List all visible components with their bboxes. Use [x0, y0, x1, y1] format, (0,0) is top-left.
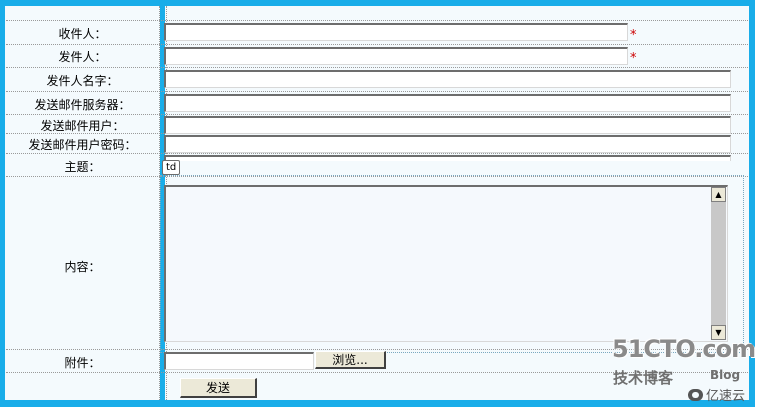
watermark-yisu-text: 亿速云	[706, 389, 746, 404]
smtp-server-label: 发送邮件服务器：	[34, 98, 131, 112]
row-divider	[6, 20, 748, 21]
smtp-user-label: 发送邮件用户：	[40, 119, 125, 133]
watermark-logo: 51CTO.com	[612, 335, 756, 363]
smtp-password-input[interactable]	[164, 135, 731, 153]
sender-name-input[interactable]	[164, 70, 731, 88]
subject-input[interactable]	[164, 155, 731, 161]
row-divider	[6, 153, 748, 154]
content-label: 内容：	[64, 260, 101, 274]
smtp-password-label: 发送邮件用户密码：	[28, 138, 137, 152]
subject-label: 主题：	[64, 160, 101, 174]
required-marker: *	[630, 28, 637, 43]
recipient-input[interactable]	[164, 23, 628, 41]
attachment-file-input[interactable]	[164, 352, 314, 370]
sender-label: 发件人：	[58, 50, 107, 64]
attachment-label: 附件：	[64, 356, 101, 370]
browse-button[interactable]: 浏览...	[315, 351, 386, 369]
content-textarea[interactable]	[164, 185, 728, 342]
content-scrollbar[interactable]: ▲ ▼	[711, 187, 726, 340]
frame-left-border	[0, 0, 5, 407]
row-divider	[6, 67, 748, 68]
required-marker: *	[630, 51, 637, 66]
watermark-subtitle: 技术博客	[613, 369, 674, 387]
scroll-up-button[interactable]: ▲	[711, 187, 726, 202]
smtp-server-input[interactable]	[164, 94, 731, 112]
arrow-up-icon: ▲	[715, 189, 722, 199]
sender-input[interactable]	[164, 47, 628, 65]
td-tag-label: td	[162, 160, 181, 175]
recipient-label: 收件人：	[58, 27, 107, 41]
row-divider	[6, 114, 748, 115]
watermark-yisu: 亿速云	[688, 385, 745, 404]
yisu-cloud-icon	[688, 388, 703, 401]
watermark-blog: Blog	[710, 368, 741, 382]
frame-bottom-border	[0, 400, 755, 407]
row-divider	[6, 44, 748, 45]
row-divider	[6, 91, 748, 92]
sender-name-label: 发件人名字：	[46, 74, 119, 88]
send-button[interactable]: 发送	[180, 378, 257, 398]
smtp-user-input[interactable]	[164, 116, 731, 134]
frame-top-border	[0, 0, 755, 6]
